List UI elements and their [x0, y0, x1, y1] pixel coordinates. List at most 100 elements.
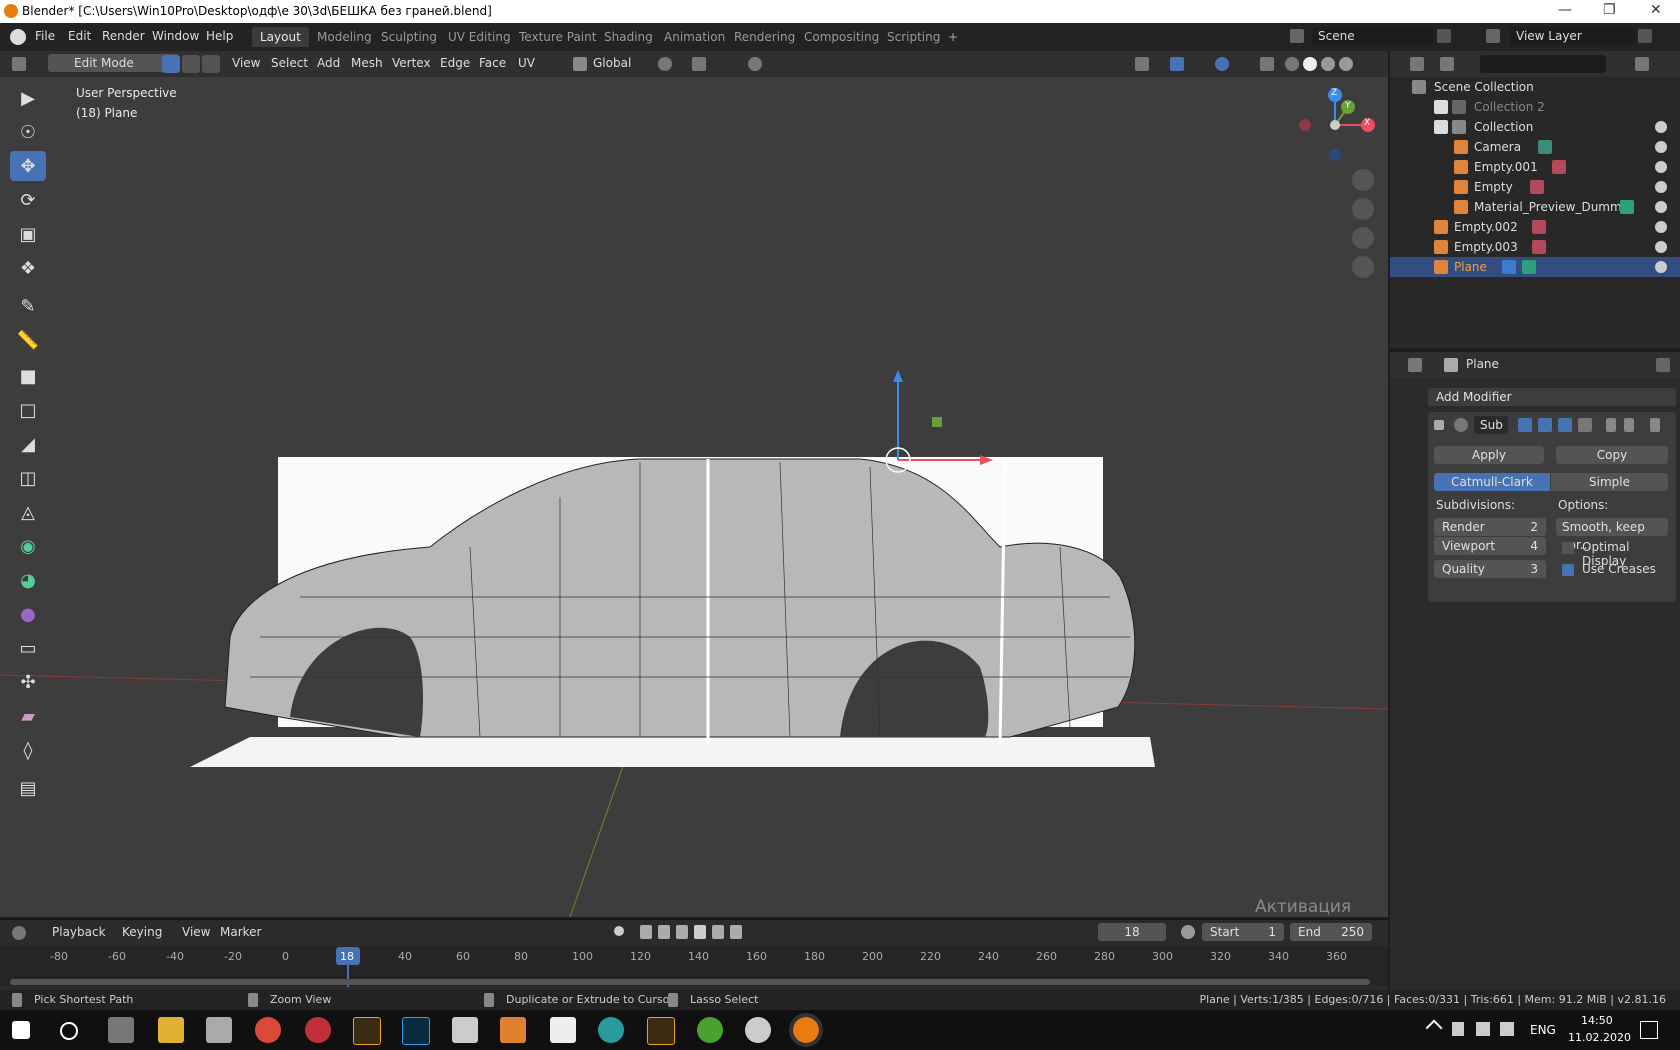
outliner-item-camera[interactable]: Camera [1390, 137, 1680, 157]
show-render-icon[interactable] [1518, 418, 1532, 432]
menu-render[interactable]: Render [102, 29, 145, 43]
tab-animation[interactable]: Animation [656, 27, 733, 47]
proportional-edit-icon[interactable] [748, 57, 762, 71]
render-levels-field[interactable]: Render 2 [1434, 518, 1546, 536]
material-shading-icon[interactable] [1321, 57, 1335, 71]
edge-select-button[interactable] [182, 55, 200, 73]
view-layer-icon[interactable] [1486, 29, 1500, 43]
tab-texture-paint[interactable]: Texture Paint [511, 27, 604, 47]
clock-date[interactable]: 11.02.2020 [1568, 1031, 1631, 1044]
menu-help[interactable]: Help [206, 29, 233, 43]
eye-icon[interactable] [1655, 121, 1667, 133]
outliner-item-material-preview-dummy[interactable]: Material_Preview_Dummy [1390, 197, 1680, 217]
spin-tool[interactable]: ◕ [10, 565, 46, 595]
timeline-menu-view[interactable]: View [182, 925, 210, 939]
checkbox-icon[interactable] [1434, 100, 1448, 114]
bevel-tool[interactable]: ◢ [10, 429, 46, 459]
show-on-cage-icon[interactable] [1578, 418, 1592, 432]
file-explorer-icon[interactable] [158, 1017, 184, 1043]
timeline-editor-icon[interactable] [12, 926, 26, 940]
knife-tool[interactable]: ◬ [10, 497, 46, 527]
transform-tool[interactable]: ❖ [10, 253, 46, 283]
outliner-item-empty-002[interactable]: Empty.002 [1390, 217, 1680, 237]
copy-button[interactable]: Copy [1556, 446, 1668, 464]
new-view-layer-icon[interactable] [1638, 29, 1652, 43]
start-icon[interactable] [12, 1021, 30, 1039]
search-icon[interactable] [60, 1022, 78, 1040]
blender-menu-icon[interactable] [10, 29, 26, 45]
add-modifier-dropdown[interactable]: Add Modifier [1428, 388, 1676, 406]
filter-icon[interactable] [1635, 57, 1649, 71]
collapse-arrow-icon[interactable] [1434, 420, 1444, 430]
add-workspace-icon[interactable]: + [940, 27, 966, 47]
new-scene-icon[interactable] [1437, 29, 1451, 43]
frame-end-field[interactable]: End 250 [1290, 923, 1372, 941]
eye-icon[interactable] [1655, 141, 1667, 153]
current-frame-field[interactable]: 18 [1098, 923, 1166, 941]
apply-button[interactable]: Apply [1434, 446, 1544, 464]
blender-launcher-icon[interactable] [745, 1017, 771, 1043]
play-icon[interactable] [694, 925, 706, 939]
outliner-item-empty-003[interactable]: Empty.003 [1390, 237, 1680, 257]
hmenu-face[interactable]: Face [479, 56, 506, 70]
play-reverse-icon[interactable] [676, 925, 688, 939]
menu-window[interactable]: Window [152, 29, 199, 43]
file-icon[interactable] [550, 1017, 576, 1043]
network-icon[interactable] [1476, 1022, 1490, 1036]
outliner-scene-collection[interactable]: Scene Collection [1390, 77, 1680, 97]
poly-build-tool[interactable]: ◉ [10, 531, 46, 561]
zoom-icon[interactable] [1352, 169, 1374, 191]
hmenu-view[interactable]: View [232, 56, 260, 70]
app-red-icon[interactable] [305, 1017, 331, 1043]
pin-icon[interactable] [1656, 358, 1670, 372]
uv-smooth-dropdown[interactable]: Smooth, keep cor... [1556, 518, 1668, 552]
shear-tool[interactable]: ▰ [10, 701, 46, 731]
smooth-tool[interactable]: ● [10, 599, 46, 629]
quality-field[interactable]: Quality 3 [1434, 560, 1546, 578]
edge-slide-tool[interactable]: ▭ [10, 633, 46, 663]
eye-icon[interactable] [1655, 241, 1667, 253]
illustrator-2-icon[interactable] [647, 1017, 675, 1045]
tab-shading[interactable]: Shading [596, 27, 661, 47]
rendered-shading-icon[interactable] [1339, 57, 1353, 71]
hmenu-vertex[interactable]: Vertex [392, 56, 431, 70]
inset-tool[interactable]: □ [10, 395, 46, 425]
cursor-tool[interactable]: ☉ [10, 117, 46, 147]
rip-tool[interactable]: ◊ [10, 735, 46, 765]
remove-modifier-icon[interactable] [1650, 418, 1660, 432]
jump-start-icon[interactable] [640, 925, 652, 939]
outliner-item-collection-2[interactable]: Collection 2 [1390, 97, 1680, 117]
outliner-editor-icon[interactable] [1410, 57, 1424, 71]
timeline-scrollbar[interactable] [10, 979, 1370, 985]
checkbox-icon[interactable] [1434, 120, 1448, 134]
photoshop-icon[interactable] [402, 1017, 430, 1045]
view-layer-field[interactable]: View Layer [1510, 27, 1636, 45]
navigation-gizmo[interactable] [1290, 82, 1380, 172]
3d-viewport[interactable]: Z X Y User Perspective (18) Plane ▶ ☉ ✥ … [0, 77, 1388, 917]
clock-time[interactable]: 14:50 [1581, 1014, 1613, 1027]
hmenu-mesh[interactable]: Mesh [351, 56, 383, 70]
extrude-tool[interactable]: ■ [10, 361, 46, 391]
eye-icon[interactable] [1655, 221, 1667, 233]
eye-icon[interactable] [1655, 181, 1667, 193]
vertex-select-button[interactable] [162, 55, 180, 73]
show-editmode-icon[interactable] [1558, 418, 1572, 432]
outliner-search-input[interactable] [1480, 55, 1606, 73]
notifications-icon[interactable] [1640, 1021, 1658, 1039]
outliner-item-plane[interactable]: Plane [1390, 257, 1680, 277]
timeline-menu-marker[interactable]: Marker [220, 925, 261, 939]
menu-file[interactable]: File [35, 29, 55, 43]
annotate-tool[interactable]: ✎ [10, 291, 46, 321]
blender-app-icon[interactable] [789, 1013, 823, 1047]
optimal-display-checkbox[interactable] [1562, 542, 1574, 554]
pan-hand-icon[interactable] [1352, 198, 1374, 220]
frame-start-field[interactable]: Start 1 [1202, 923, 1284, 941]
tab-layout[interactable]: Layout [252, 27, 309, 47]
pen-icon[interactable] [1500, 1022, 1514, 1036]
scene-icon[interactable] [1290, 29, 1304, 43]
hmenu-edge[interactable]: Edge [440, 56, 470, 70]
solid-shading-icon[interactable] [1303, 57, 1317, 71]
ortho-toggle-icon[interactable] [1352, 256, 1374, 278]
timeline-menu-keying[interactable]: Keying [122, 925, 162, 939]
hmenu-select[interactable]: Select [271, 56, 308, 70]
